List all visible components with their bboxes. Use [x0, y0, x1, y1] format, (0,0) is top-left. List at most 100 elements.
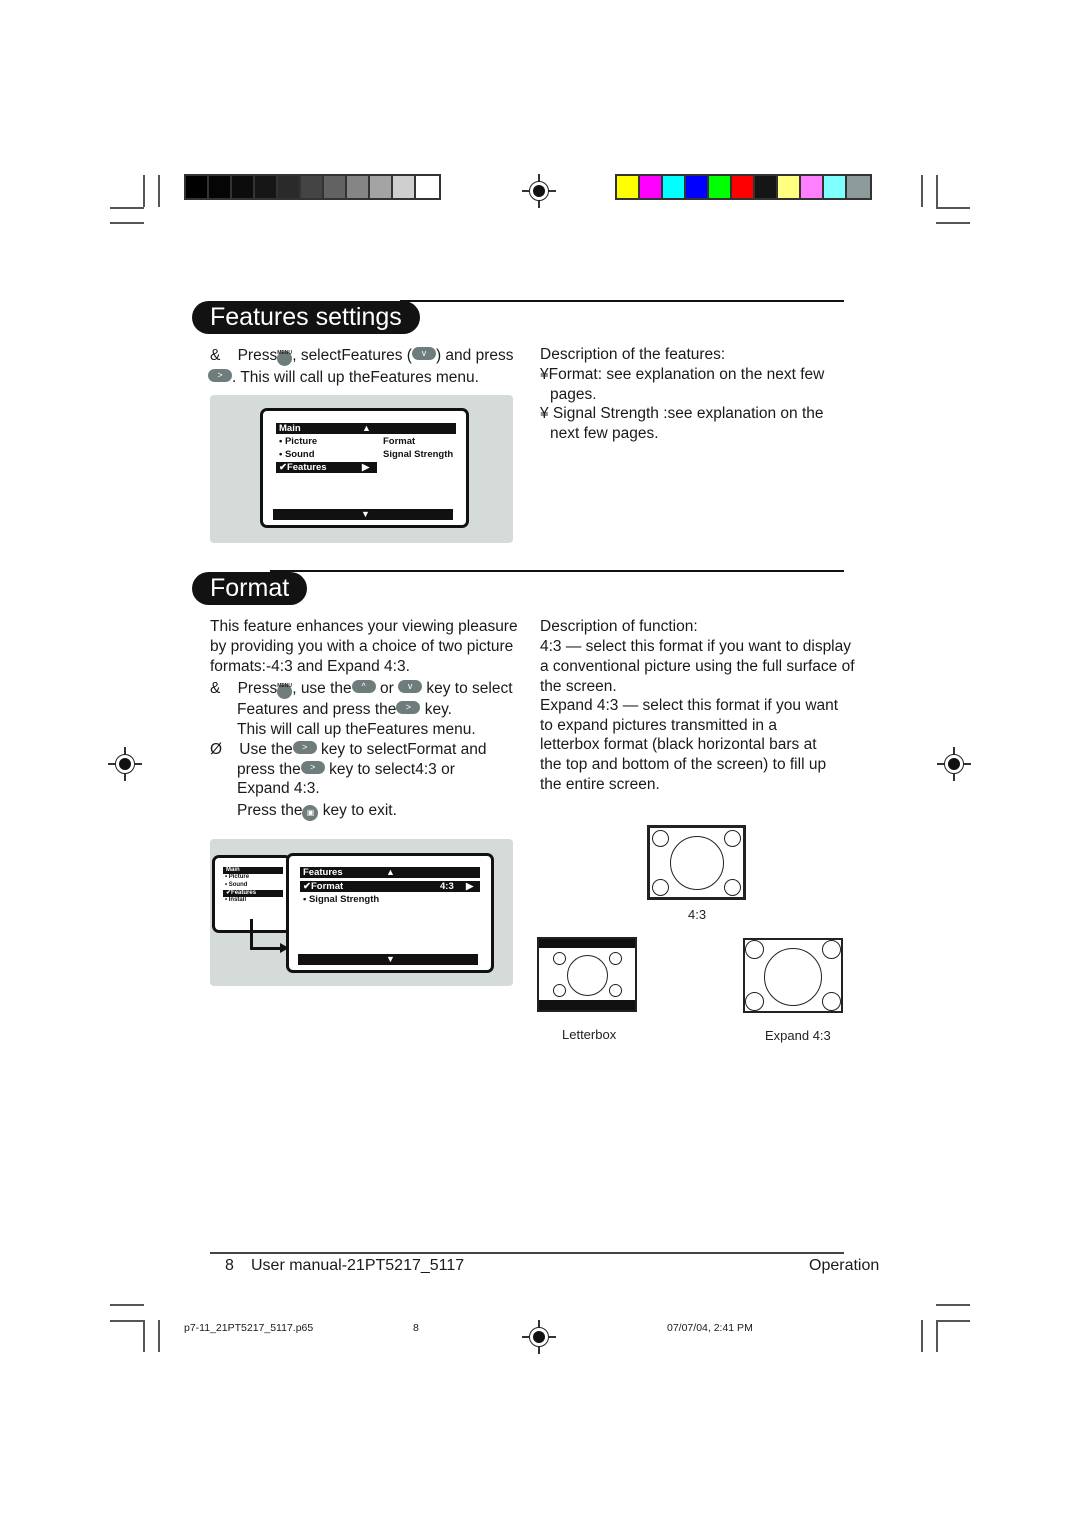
format-description-line: Expand 4:3 — select this format if you w…	[540, 697, 839, 714]
crop-mark	[921, 1320, 923, 1352]
osd-small-item-install: • Install	[225, 897, 247, 903]
format-description-line: 4:3 — select this format if you want to …	[540, 638, 851, 655]
format-step-1-line-2: Features and press the > key.	[237, 701, 452, 718]
color-swatch	[232, 176, 255, 198]
registration-mark-icon	[108, 747, 142, 781]
color-swatch	[847, 176, 870, 198]
osd-item-picture: • Picture	[279, 436, 318, 447]
osd-small-item-sound: • Sound	[225, 882, 248, 888]
corner-circle	[822, 992, 841, 1011]
format-description-line: Description of function:	[540, 618, 698, 635]
registration-mark-icon	[937, 747, 971, 781]
crop-mark	[936, 222, 970, 224]
diagram-expand-4-3	[743, 938, 843, 1013]
registration-mark-icon	[522, 1320, 556, 1354]
down-key-icon: v	[411, 347, 436, 361]
osd-submenu-format: Format	[383, 436, 416, 447]
osd-small-item-picture: • Picture	[225, 874, 250, 880]
format-value: 4:3	[440, 881, 454, 892]
color-swatch	[824, 176, 847, 198]
format-description-line: letterbox format (black horizontal bars …	[540, 736, 817, 753]
features-description-signal: ¥ Signal Strength :see explanation on th…	[540, 405, 824, 422]
corner-circle	[553, 984, 566, 997]
osd-item-format-selected: ✔Format 4:3 ▶	[300, 881, 480, 892]
corner-circle	[745, 992, 764, 1011]
right-key-icon: >	[292, 741, 317, 755]
format-step-2-line-2: press the > key to select4:3 or	[237, 761, 455, 778]
corner-circle	[609, 952, 622, 965]
letterbox-bar-top	[539, 939, 635, 948]
crop-mark	[110, 222, 144, 224]
crop-mark	[936, 1320, 938, 1352]
slug-date: 07/07/04, 2:41 PM	[667, 1322, 753, 1334]
up-arrow-icon: ▲	[386, 867, 395, 877]
format-description-line: the entire screen.	[540, 776, 660, 793]
footer-page-number: 8	[225, 1257, 234, 1274]
grayscale-calibration-bar	[184, 174, 441, 200]
step-bullet: &	[210, 347, 221, 364]
color-swatch	[347, 176, 370, 198]
color-calibration-bar	[615, 174, 872, 200]
color-swatch	[278, 176, 301, 198]
osd-features-header: Features ▲	[300, 867, 480, 878]
color-swatch	[709, 176, 732, 198]
corner-circle	[609, 984, 622, 997]
crop-mark	[143, 1320, 145, 1352]
section-rule	[400, 300, 844, 302]
crop-mark	[143, 175, 145, 207]
footer-rule	[210, 1252, 844, 1254]
section-title-features-settings: Features settings	[192, 301, 420, 334]
crop-mark	[921, 175, 923, 207]
osd-item-features-selected: ✔Features ▶	[276, 462, 377, 473]
features-description-heading: Description of the features:	[540, 346, 726, 363]
color-swatch	[209, 176, 232, 198]
section-title-format: Format	[192, 572, 308, 605]
corner-circle	[553, 952, 566, 965]
features-description-format: ¥Format: see explanation on the next few	[540, 366, 825, 383]
format-description-line: a conventional picture using the full su…	[540, 658, 855, 675]
center-circle	[764, 948, 822, 1006]
crop-mark	[936, 175, 938, 207]
format-intro-line: This feature enhances your viewing pleas…	[210, 618, 518, 635]
up-key-icon: ^	[351, 680, 376, 694]
color-swatch	[255, 176, 278, 198]
down-arrow-icon: ▼	[386, 954, 395, 964]
osd-key-icon: ▣	[302, 804, 319, 821]
color-swatch	[732, 176, 755, 198]
diagram-4-3	[647, 825, 746, 900]
color-swatch	[640, 176, 663, 198]
format-step-1-line-3: This will call up theFeatures menu.	[237, 721, 476, 738]
color-swatch	[416, 176, 439, 198]
features-description-format-cont: pages.	[550, 386, 597, 403]
format-menu-illustration: Main • Picture • Sound ✔Features • Insta…	[210, 839, 513, 986]
color-swatch	[663, 176, 686, 198]
crop-mark	[936, 207, 970, 209]
osd-submenu-signal-strength: Signal Strength	[383, 449, 454, 460]
color-swatch	[301, 176, 324, 198]
features-description-signal-cont: next few pages.	[550, 425, 659, 442]
color-swatch	[801, 176, 824, 198]
format-step-2-line-1: Ø Use the > key to selectFormat and	[210, 741, 487, 758]
menu-key-icon	[277, 676, 293, 700]
color-swatch	[755, 176, 778, 198]
crop-mark	[110, 207, 144, 209]
format-step-2-line-4: Press the ▣ key to exit.	[237, 802, 397, 821]
center-circle	[567, 955, 608, 996]
caption-letterbox: Letterbox	[562, 1027, 617, 1042]
format-step-2-line-3: Expand 4:3.	[237, 780, 320, 797]
crop-mark	[158, 175, 160, 207]
crop-mark	[936, 1304, 970, 1306]
corner-circle	[652, 879, 669, 896]
osd-small-header: Main	[223, 867, 283, 874]
corner-circle	[745, 940, 764, 959]
right-key-icon: >	[396, 701, 421, 715]
caption-4-3: 4:3	[688, 907, 707, 922]
slug-page: 8	[413, 1322, 419, 1334]
slug-filename: p7-11_21PT5217_5117.p65	[184, 1322, 314, 1334]
crop-mark	[110, 1304, 144, 1306]
color-swatch	[393, 176, 416, 198]
features-step-1-line-1: & Press, selectFeatures (v) and press	[210, 343, 514, 367]
osd-footer-bar: ▼	[273, 509, 453, 520]
color-swatch	[186, 176, 209, 198]
corner-circle	[652, 830, 669, 847]
